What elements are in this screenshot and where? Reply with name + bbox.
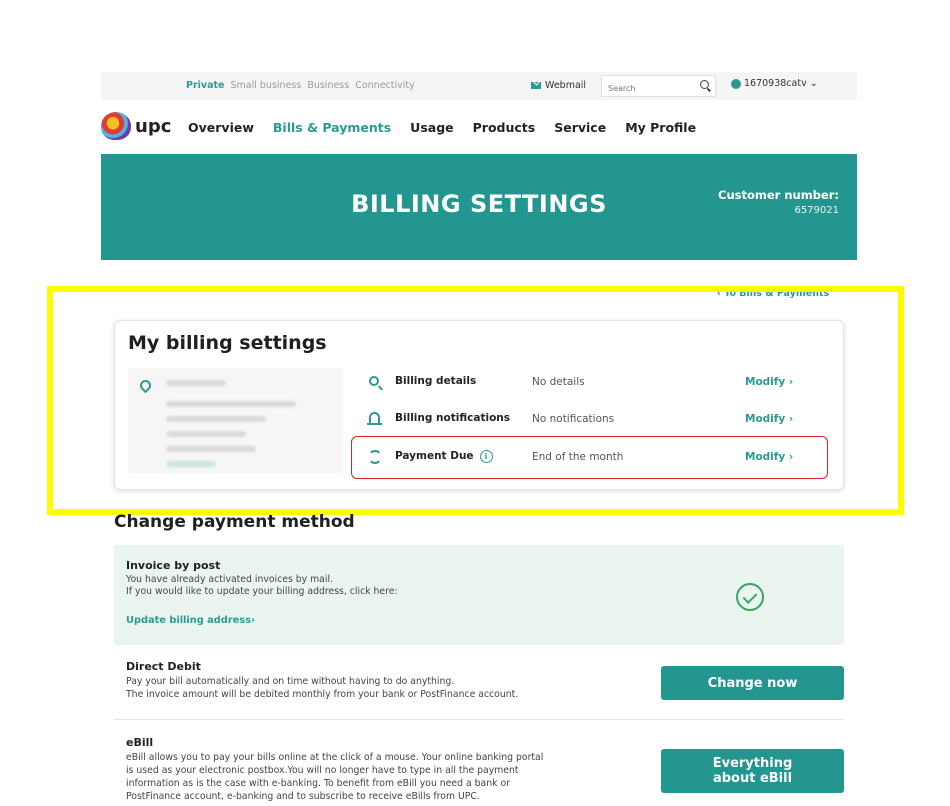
customer-number-label: Customer number: (718, 188, 839, 202)
invoice-by-post-section: Invoice by post You have already activat… (114, 545, 844, 645)
ebill-text: PostFinance account, e-banking and to su… (126, 791, 480, 802)
segment-private[interactable]: Private (186, 80, 225, 91)
ebill-section: eBill eBill allows you to pay your bills… (114, 728, 844, 806)
direct-debit-heading: Direct Debit (126, 660, 201, 673)
check-circle-icon (736, 583, 764, 611)
upc-logo[interactable]: upc (101, 112, 171, 140)
upc-logo-icon (101, 112, 131, 140)
change-payment-title: Change payment method (114, 512, 355, 532)
main-nav: upc Overview Bills & Payments Usage Prod… (101, 110, 857, 150)
everything-about-ebill-button[interactable]: Everything about eBill (661, 749, 844, 793)
nav-usage[interactable]: Usage (410, 120, 453, 135)
direct-debit-text: Pay your bill automatically and on time … (126, 676, 455, 687)
nav-my-profile[interactable]: My Profile (625, 120, 696, 135)
nav-products[interactable]: Products (473, 120, 536, 135)
top-utility-bar: Private Small business Business Connecti… (101, 72, 857, 100)
direct-debit-section: Direct Debit Pay your bill automatically… (114, 650, 844, 720)
invoice-text: You have already activated invoices by m… (126, 574, 333, 585)
segment-small-business[interactable]: Small business (231, 80, 302, 91)
account-id: 1670938catv (744, 78, 807, 89)
segment-nav: Private Small business Business Connecti… (186, 80, 415, 91)
change-now-button[interactable]: Change now (661, 666, 844, 700)
segment-business[interactable]: Business (307, 80, 349, 91)
search-box (601, 75, 716, 99)
nav-service[interactable]: Service (554, 120, 606, 135)
search-input[interactable] (602, 78, 688, 99)
account-menu[interactable]: 1670938catv ⌄ (731, 78, 818, 89)
ebill-text: is used as your electronic postbox.You w… (126, 765, 519, 776)
chevron-down-icon: ⌄ (809, 78, 818, 89)
webmail-label: Webmail (545, 80, 587, 91)
logo-text: upc (135, 115, 172, 137)
segment-connectivity[interactable]: Connectivity (355, 80, 415, 91)
ebill-heading: eBill (126, 736, 154, 749)
search-icon[interactable] (700, 80, 709, 89)
update-billing-address-link[interactable]: Update billing address› (126, 615, 255, 626)
customer-number: 6579021 (794, 205, 839, 216)
invoice-text: If you would like to update your billing… (126, 586, 398, 597)
direct-debit-text: The invoice amount will be debited month… (126, 689, 519, 700)
billing-settings-highlight-frame (47, 286, 904, 515)
invoice-heading: Invoice by post (126, 559, 221, 572)
user-icon (731, 78, 741, 89)
mail-icon (531, 82, 541, 89)
nav-bills-payments[interactable]: Bills & Payments (273, 120, 391, 135)
hero-banner: BILLING SETTINGS Customer number: 657902… (101, 154, 857, 260)
webmail-link[interactable]: Webmail (531, 80, 586, 91)
ebill-text: eBill allows you to pay your bills onlin… (126, 752, 544, 763)
ebill-text: information as is the case with e-bankin… (126, 778, 510, 789)
nav-overview[interactable]: Overview (188, 120, 254, 135)
